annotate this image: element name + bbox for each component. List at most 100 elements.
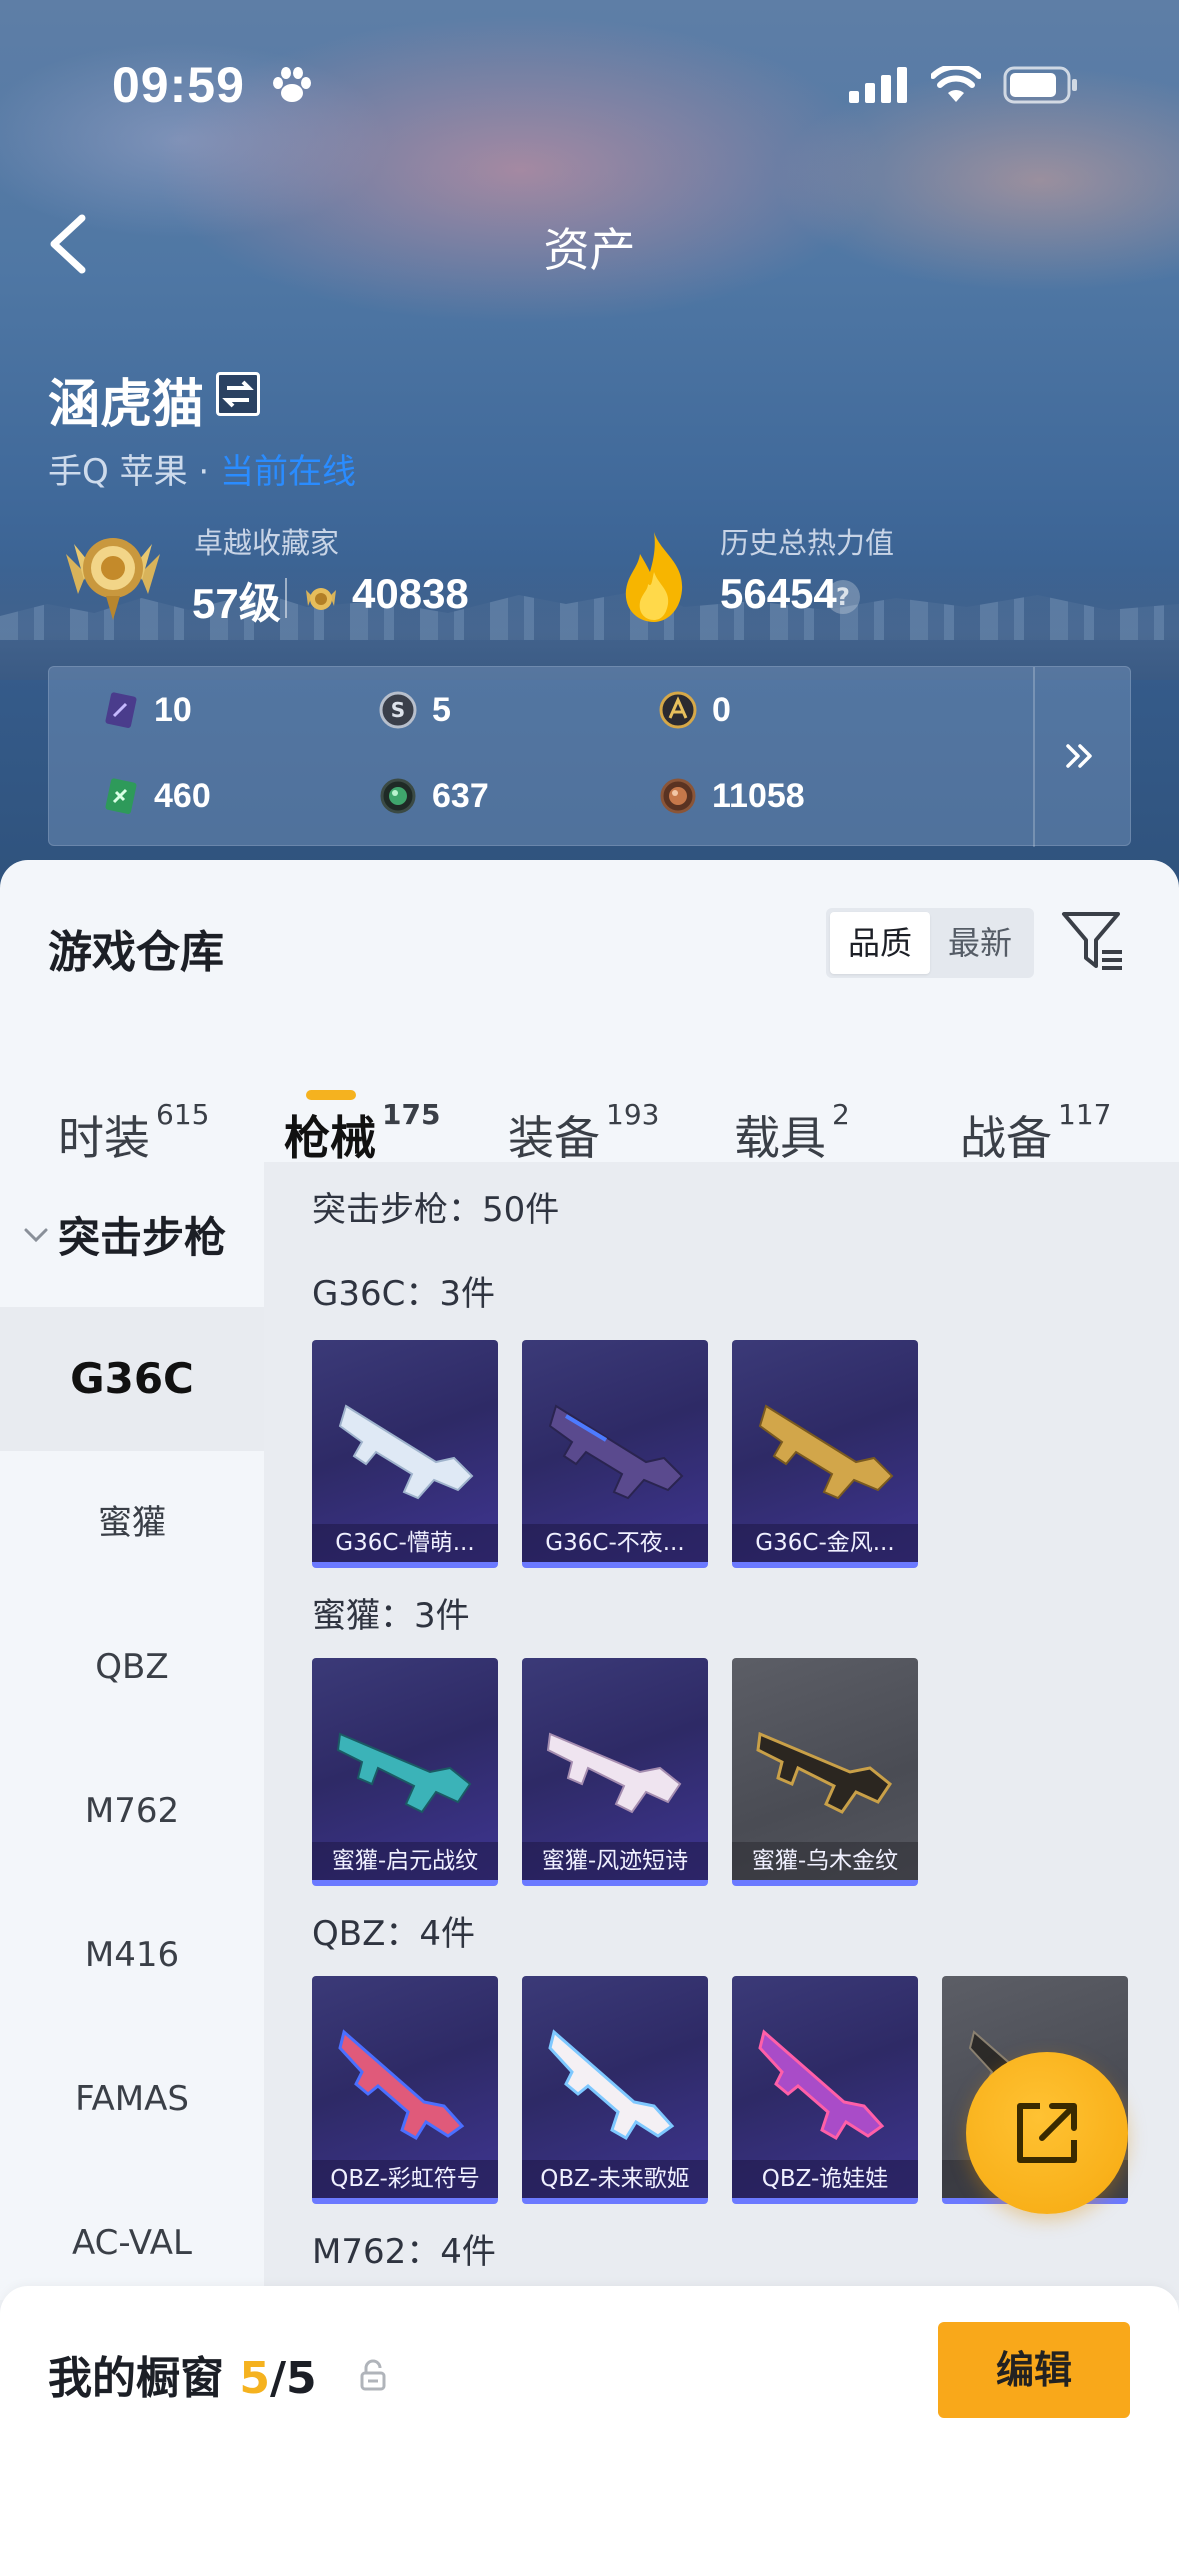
wifi-icon <box>931 66 981 102</box>
resource-value: 460 <box>154 776 211 815</box>
edit-button[interactable]: 编辑 <box>938 2322 1130 2418</box>
section-head-g36c: G36C：3件 <box>312 1274 495 1314</box>
page-title: 资产 <box>543 223 636 277</box>
share-button[interactable] <box>966 2052 1128 2214</box>
skin-card[interactable]: G36C-懵萌... <box>312 1340 498 1568</box>
tab-equipment[interactable]: 装备 193 <box>508 1098 659 1168</box>
rifle-skin-icon <box>758 2029 885 2141</box>
skin-card[interactable]: G36C-金风... <box>732 1340 918 1568</box>
category-group-assault-rifle[interactable]: 突击步枪 <box>0 1162 264 1307</box>
warehouse-title: 游戏仓库 <box>48 927 224 978</box>
showcase-current: 5 <box>239 2353 270 2404</box>
silver-token-icon: S <box>379 691 417 729</box>
tab-vehicles[interactable]: 载具 2 <box>734 1098 850 1168</box>
skin-name: G36C-不夜... <box>522 1524 708 1562</box>
category-tabs: 时装 615 枪械 175 装备 193 载具 2 战备 117 <box>0 1060 1179 1170</box>
resource-value: 5 <box>432 690 451 729</box>
switch-account-icon[interactable] <box>216 372 260 416</box>
category-item-m416[interactable]: M416 <box>0 1883 264 2027</box>
category-item-ac-val[interactable]: AC-VAL <box>0 2171 264 2300</box>
collector-medal-icon <box>66 538 160 620</box>
category-item-honey-badger[interactable]: 蜜獾 <box>0 1451 264 1595</box>
tab-costume[interactable]: 时装 615 <box>58 1098 209 1168</box>
resource-divider <box>1033 667 1035 847</box>
help-icon[interactable]: ? <box>826 580 860 614</box>
tab-firearms[interactable]: 枪械 175 <box>284 1098 440 1168</box>
rifle-skin-icon <box>336 1732 472 1814</box>
sort-quality-button[interactable]: 品质 <box>830 912 930 974</box>
category-item-famas[interactable]: FAMAS <box>0 2027 264 2171</box>
skin-name: 蜜獾-乌木金纹 <box>732 1842 918 1880</box>
rifle-skin-icon <box>338 2029 465 2141</box>
skin-card[interactable]: QBZ-诡娃娃 <box>732 1976 918 2204</box>
skin-card[interactable]: G36C-不夜... <box>522 1340 708 1568</box>
green-card-icon <box>105 778 137 815</box>
heat-label: 历史总热力值 <box>720 526 895 560</box>
skin-name: QBZ-未来歌姬 <box>522 2160 708 2198</box>
status-indicators <box>849 66 1079 104</box>
showcase-title: 我的橱窗 <box>48 2353 240 2404</box>
battery-icon <box>1003 66 1077 104</box>
platform-line: 手Q 苹果 · 当前在线 <box>48 444 356 493</box>
rifle-skin-icon <box>546 1732 682 1814</box>
signal-icon <box>849 67 907 103</box>
resource-item: 0 <box>658 690 731 730</box>
tab-label: 装备 <box>508 1111 600 1165</box>
active-tab-indicator <box>306 1090 356 1100</box>
svg-text:S: S <box>391 698 405 722</box>
rifle-skin-icon <box>756 1731 893 1814</box>
chevron-down-icon <box>24 1228 48 1242</box>
flame-icon <box>625 532 683 622</box>
purple-card-icon <box>105 692 137 729</box>
skin-name: G36C-金风... <box>732 1524 918 1562</box>
resource-value: 637 <box>432 776 489 815</box>
tab-label: 时装 <box>58 1111 150 1165</box>
tab-label: 载具 <box>734 1111 826 1165</box>
weapon-category-sidebar: 突击步枪 G36C 蜜獾 QBZ M762 M416 FAMAS AC-VAL <box>0 1162 264 2300</box>
status-time: 09:59 <box>112 57 245 113</box>
collector-points: 40838 <box>352 570 469 617</box>
rifle-skin-icon <box>548 1404 684 1500</box>
skin-card[interactable]: 蜜獾-启元战纹 <box>312 1658 498 1886</box>
rifle-skin-icon <box>338 1404 474 1500</box>
category-item-qbz[interactable]: QBZ <box>0 1595 264 1739</box>
rifle-skin-icon <box>758 1404 894 1500</box>
section-head-m762: M762：4件 <box>312 2232 496 2272</box>
skin-card[interactable]: QBZ-未来歌姬 <box>522 1976 708 2204</box>
summary-count: 突击步枪：50件 <box>312 1190 560 1230</box>
collector-points-icon <box>306 588 336 610</box>
username: 涵虎猫 <box>48 375 205 435</box>
section-head-qbz: QBZ：4件 <box>312 1914 476 1954</box>
tab-count: 2 <box>832 1098 850 1131</box>
chevron-double-right-icon[interactable] <box>1060 736 1100 776</box>
tab-supplies[interactable]: 战备 117 <box>960 1098 1111 1168</box>
resource-value: 0 <box>712 690 731 729</box>
tab-count: 117 <box>1058 1098 1112 1131</box>
stat-divider <box>285 578 287 618</box>
tab-count: 193 <box>606 1098 660 1131</box>
skin-card[interactable]: 蜜獾-风迹短诗 <box>522 1658 708 1886</box>
showcase-bar: 我的橱窗 5/5 编辑 <box>0 2286 1179 2556</box>
category-item-m762[interactable]: M762 <box>0 1739 264 1883</box>
gold-token-icon <box>659 691 697 729</box>
tab-label: 战备 <box>960 1111 1052 1165</box>
skin-card[interactable]: QBZ-彩虹符号 <box>312 1976 498 2204</box>
sort-latest-button[interactable]: 最新 <box>930 912 1030 974</box>
resource-item: 460 <box>100 776 211 816</box>
resource-panel <box>48 666 1131 847</box>
resource-value: 10 <box>154 690 192 729</box>
skin-card[interactable]: 蜜獾-乌木金纹 <box>732 1658 918 1886</box>
resource-item: 11058 <box>658 776 805 816</box>
collector-title: 卓越收藏家 <box>194 526 340 560</box>
tab-label: 枪械 <box>284 1111 376 1165</box>
online-status: 当前在线 <box>220 452 356 492</box>
category-item-g36c[interactable]: G36C <box>0 1307 264 1451</box>
heat-value: 56454 <box>720 570 837 617</box>
platform-label: 手Q 苹果 · <box>48 452 220 492</box>
showcase-total: /5 <box>269 2353 317 2404</box>
lock-icon <box>360 2359 386 2391</box>
city-skyline <box>0 560 1179 680</box>
sort-toggle: 品质 最新 <box>826 908 1034 978</box>
tab-count: 175 <box>382 1098 441 1131</box>
filter-icon[interactable] <box>1060 908 1126 974</box>
